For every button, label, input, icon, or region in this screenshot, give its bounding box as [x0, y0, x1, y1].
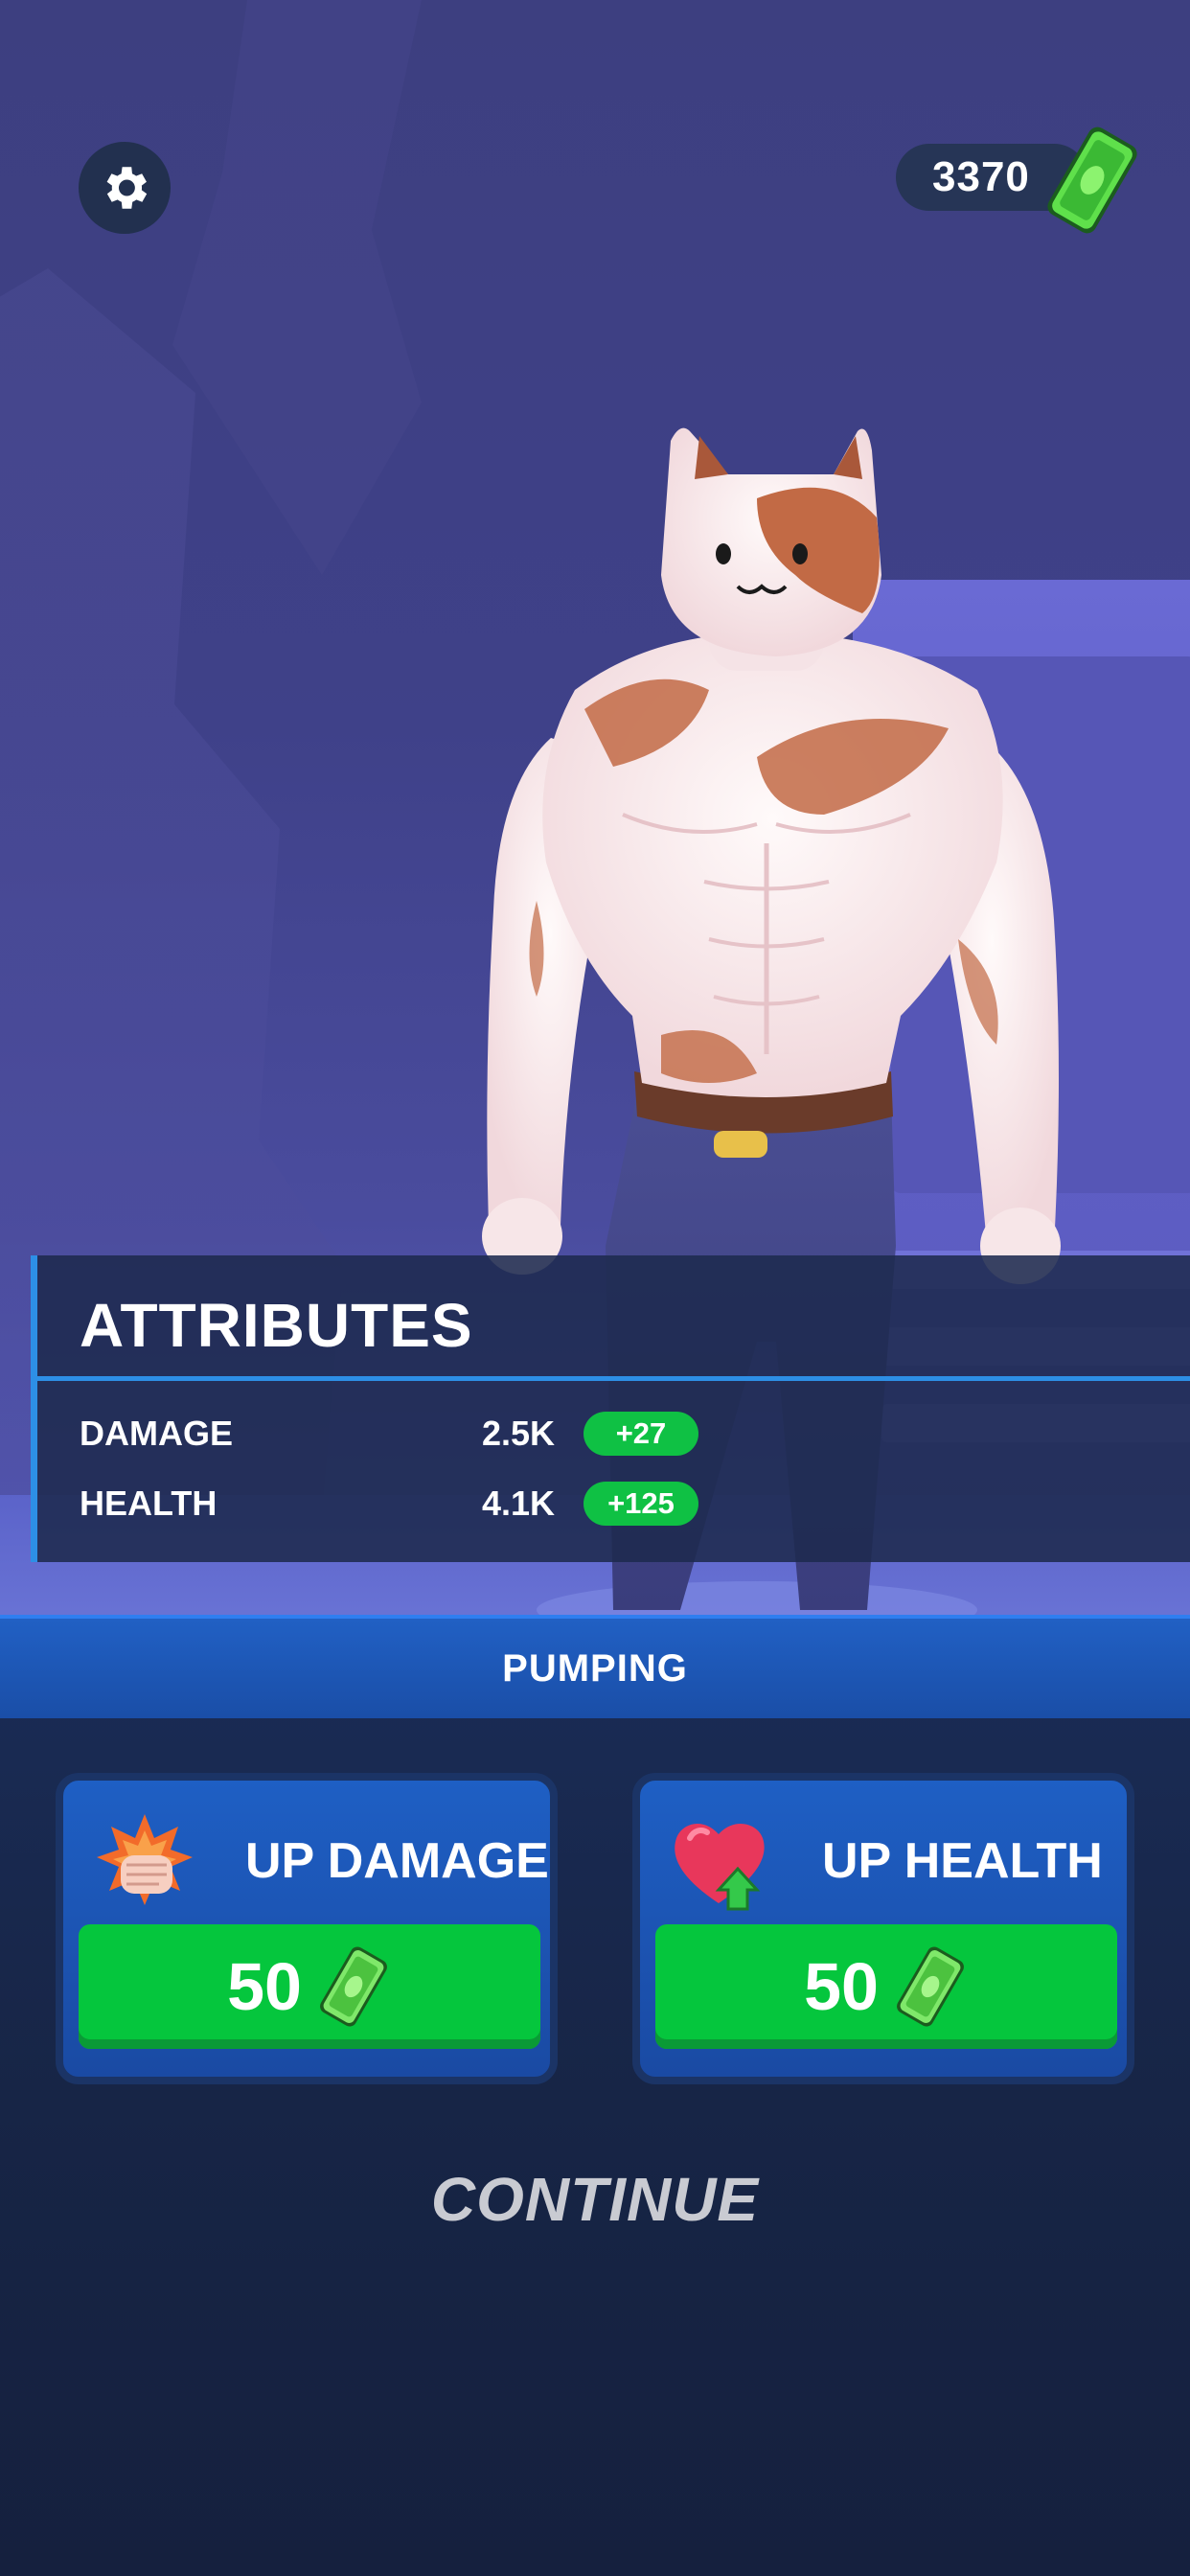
- cash-icon: [319, 1946, 387, 2027]
- attributes-title: ATTRIBUTES: [80, 1291, 473, 1360]
- stat-row-damage: DAMAGE 2.5K +27: [37, 1404, 1190, 1461]
- pumping-title: PUMPING: [502, 1646, 688, 1690]
- stat-label: DAMAGE: [80, 1414, 233, 1453]
- upgrade-price: 50: [804, 1949, 879, 2024]
- attributes-panel: ATTRIBUTES DAMAGE 2.5K +27 HEALTH 4.1K +…: [31, 1255, 1190, 1562]
- stat-value: 2.5K: [482, 1414, 556, 1453]
- buy-health-button[interactable]: 50: [655, 1924, 1117, 2049]
- stat-value: 4.1K: [482, 1484, 556, 1523]
- buy-damage-button[interactable]: 50: [79, 1924, 540, 2049]
- continue-button[interactable]: CONTINUE: [0, 2151, 1190, 2247]
- upgrade-price: 50: [227, 1949, 302, 2024]
- attributes-divider: [37, 1376, 1190, 1381]
- upgrade-section: PUMPING UP DAMAGE 50 UP HEALTH 50 CONTIN…: [0, 1615, 1190, 2576]
- stat-row-health: HEALTH 4.1K +125: [37, 1474, 1190, 1531]
- upgrade-label: UP DAMAGE: [245, 1833, 549, 1889]
- fist-impact-icon: [97, 1814, 193, 1905]
- stat-delta-badge: +27: [584, 1412, 698, 1456]
- upgrade-label: UP HEALTH: [822, 1833, 1103, 1889]
- stat-delta-badge: +125: [584, 1482, 698, 1526]
- upgrade-card-damage: UP DAMAGE 50: [56, 1773, 558, 2084]
- settings-button[interactable]: [79, 142, 171, 234]
- heart-up-icon: [675, 1823, 765, 1911]
- cash-icon: [896, 1946, 964, 2027]
- cash-icon: [1047, 126, 1137, 234]
- gear-icon: [106, 167, 148, 209]
- currency-amount: 3370: [932, 153, 1030, 200]
- pumping-header: PUMPING: [0, 1615, 1190, 1718]
- continue-label: CONTINUE: [430, 2165, 760, 2234]
- stat-label: HEALTH: [80, 1484, 217, 1523]
- upgrade-card-health: UP HEALTH 50: [632, 1773, 1134, 2084]
